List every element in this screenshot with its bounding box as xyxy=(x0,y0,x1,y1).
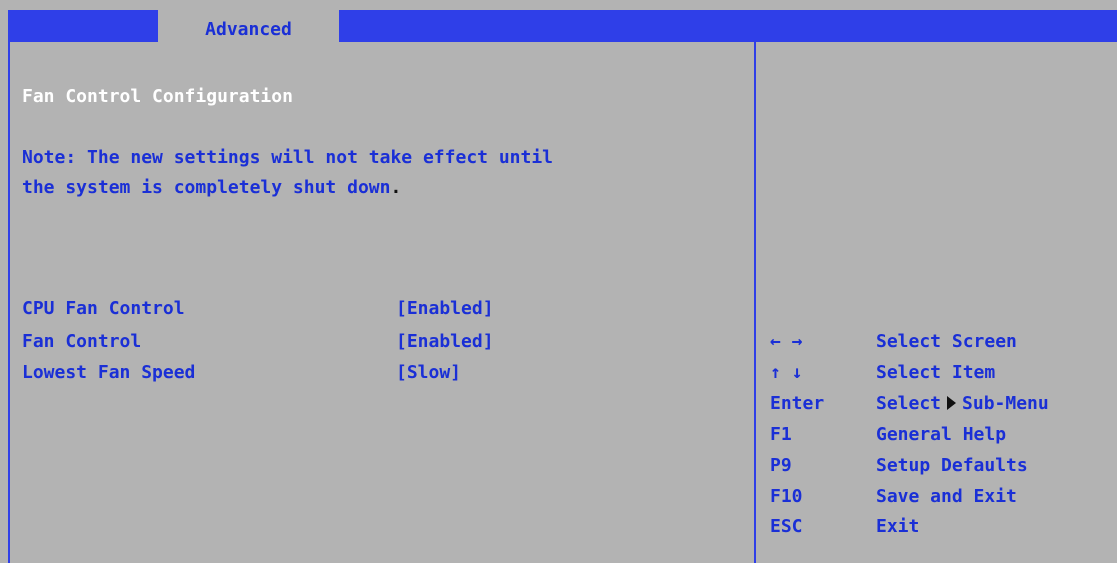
tab-advanced[interactable]: Advanced xyxy=(158,10,339,42)
setting-label-cpu-fan-control[interactable]: CPU Fan Control xyxy=(22,298,185,319)
setting-value-cpu-fan-control[interactable]: [Enabled] xyxy=(396,298,494,319)
note-line-2-text: the system is completely shut down xyxy=(22,177,391,198)
help-desc-sub-menu: Sub-Menu xyxy=(962,393,1049,414)
left-border xyxy=(8,42,10,563)
help-key-p9: P9 xyxy=(770,455,792,476)
help-desc-select-screen: Select Screen xyxy=(876,331,1017,352)
section-title: Fan Control Configuration xyxy=(22,86,293,107)
setting-label-fan-control[interactable]: Fan Control xyxy=(22,331,141,352)
help-key-up-down: ↑ ↓ xyxy=(770,362,803,383)
help-key-f1: F1 xyxy=(770,424,792,445)
help-desc-select-sub-menu: Select Sub-Menu xyxy=(876,393,1049,414)
help-desc-general-help: General Help xyxy=(876,424,1007,445)
note-line-1: Note: The new settings will not take eff… xyxy=(22,147,554,168)
help-desc-save-and-exit: Save and Exit xyxy=(876,486,1017,507)
help-desc-exit: Exit xyxy=(876,516,920,537)
setting-label-lowest-fan-speed[interactable]: Lowest Fan Speed xyxy=(22,362,195,383)
help-desc-setup-defaults: Setup Defaults xyxy=(876,455,1028,476)
help-key-f10: F10 xyxy=(770,486,803,507)
note-period: . xyxy=(390,177,402,198)
help-desc-select: Select xyxy=(876,393,942,414)
setting-value-fan-control[interactable]: [Enabled] xyxy=(396,331,494,352)
setting-value-lowest-fan-speed[interactable]: [Slow] xyxy=(396,362,461,383)
help-key-esc: ESC xyxy=(770,516,803,537)
help-desc-select-item: Select Item xyxy=(876,362,996,383)
help-panel-divider xyxy=(754,42,756,563)
help-key-left-right: ← → xyxy=(770,331,803,352)
note-line-2: the system is completely shut down. xyxy=(22,177,401,198)
right-triangle-icon xyxy=(947,396,957,410)
help-key-enter: Enter xyxy=(770,393,825,414)
